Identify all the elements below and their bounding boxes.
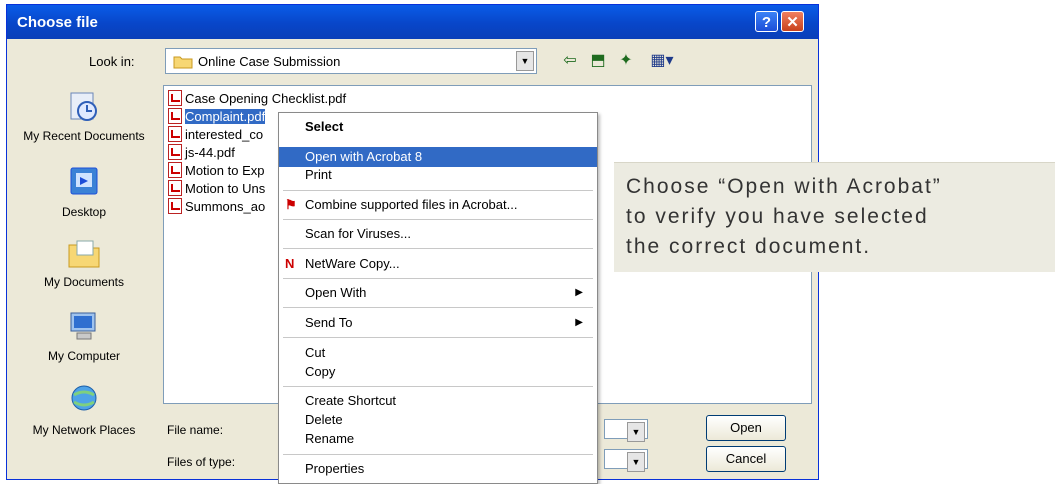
menu-item-copy[interactable]: Copy — [279, 362, 597, 382]
up-folder-icon[interactable]: ⬒ — [587, 51, 609, 71]
list-item[interactable]: Summons_ao — [168, 198, 265, 216]
chevron-down-icon[interactable]: ▼ — [627, 452, 645, 472]
menu-item-open-with-acrobat[interactable]: Open with Acrobat 8 — [279, 147, 597, 167]
network-places-icon — [65, 383, 103, 419]
folder-icon — [173, 56, 193, 69]
menu-item-label: Combine supported files in Acrobat... — [305, 197, 518, 212]
desktop-icon — [65, 165, 103, 201]
place-label: Desktop — [61, 205, 107, 219]
pdf-file-icon — [168, 108, 182, 124]
netware-icon: N — [285, 256, 295, 271]
my-computer-icon — [65, 309, 103, 345]
menu-item-combine-acrobat[interactable]: ⚑ Combine supported files in Acrobat... — [279, 195, 597, 215]
places-bar: My Recent Documents Desktop My Documents… — [19, 85, 149, 475]
list-item[interactable]: Motion to Exp — [168, 162, 265, 180]
place-label: My Network Places — [32, 423, 136, 437]
menu-item-open-with[interactable]: Open With ▶ — [279, 283, 597, 303]
menu-separator — [283, 190, 593, 191]
dialog-title: Choose file — [17, 14, 98, 31]
pdf-file-icon — [168, 198, 182, 214]
list-item[interactable]: interested_co — [168, 126, 263, 144]
menu-separator — [283, 248, 593, 249]
look-in-dropdown[interactable]: Online Case Submission ▼ — [165, 48, 537, 74]
menu-separator — [283, 386, 593, 387]
place-label: My Documents — [43, 275, 125, 289]
menu-item-label: Open With — [305, 285, 367, 300]
menu-item-delete[interactable]: Delete — [279, 410, 597, 430]
menu-separator — [283, 278, 593, 279]
place-network-places[interactable]: My Network Places — [19, 383, 149, 437]
look-in-label: Look in: — [89, 54, 135, 69]
files-of-type-label: Files of type: — [167, 455, 236, 469]
pdf-file-icon — [168, 162, 182, 178]
pdf-file-icon — [168, 126, 182, 142]
open-button[interactable]: Open — [706, 415, 786, 441]
chevron-down-icon[interactable]: ▼ — [627, 422, 645, 442]
pdf-file-icon — [168, 144, 182, 160]
new-folder-icon[interactable]: ✦ — [615, 51, 637, 71]
list-item[interactable]: js-44.pdf — [168, 144, 235, 162]
instruction-callout: Choose “Open with Acrobat” to verify you… — [614, 162, 1055, 272]
callout-line: the correct document. — [626, 235, 872, 258]
menu-separator — [283, 337, 593, 338]
list-item[interactable]: Motion to Uns — [168, 180, 265, 198]
list-item[interactable]: Complaint.pdf — [168, 108, 266, 126]
menu-separator — [283, 454, 593, 455]
menu-item-scan-viruses[interactable]: Scan for Viruses... — [279, 224, 597, 244]
submenu-arrow-icon: ▶ — [575, 287, 583, 298]
callout-line: Choose “Open with Acrobat” — [626, 175, 942, 198]
menu-separator — [283, 219, 593, 220]
pdf-file-icon — [168, 90, 182, 106]
place-label: My Recent Documents — [23, 129, 145, 143]
menu-item-print[interactable]: Print — [279, 165, 597, 185]
menu-item-create-shortcut[interactable]: Create Shortcut — [279, 391, 597, 411]
place-label: My Computer — [47, 349, 121, 363]
place-my-computer[interactable]: My Computer — [19, 309, 149, 363]
cancel-button[interactable]: Cancel — [706, 446, 786, 472]
submenu-arrow-icon: ▶ — [575, 317, 583, 328]
file-name-label: File name: — [167, 423, 224, 437]
callout-line: to verify you have selected — [626, 205, 929, 228]
menu-item-select[interactable]: Select — [279, 117, 597, 137]
files-of-type-dropdown[interactable]: ▼ — [604, 449, 648, 472]
title-bar[interactable]: Choose file ? ✕ — [7, 5, 818, 39]
look-in-value: Online Case Submission — [198, 54, 341, 69]
place-desktop[interactable]: Desktop — [19, 165, 149, 219]
back-arrow-icon[interactable]: ⇦ — [559, 51, 581, 71]
recent-documents-icon — [65, 89, 103, 125]
help-button[interactable]: ? — [755, 11, 778, 32]
file-name-input[interactable]: ▼ — [604, 419, 648, 442]
menu-item-properties[interactable]: Properties — [279, 459, 597, 479]
place-my-documents[interactable]: My Documents — [19, 235, 149, 289]
chevron-down-icon[interactable]: ▼ — [516, 51, 534, 71]
menu-item-cut[interactable]: Cut — [279, 343, 597, 363]
context-menu: Select Open with Acrobat 8 Print ⚑ Combi… — [278, 112, 598, 484]
menu-separator — [283, 307, 593, 308]
menu-item-label: NetWare Copy... — [305, 256, 400, 271]
my-documents-icon — [65, 235, 103, 271]
place-recent-documents[interactable]: My Recent Documents — [19, 89, 149, 143]
view-menu-icon[interactable]: ▦▾ — [647, 51, 677, 71]
menu-item-rename[interactable]: Rename — [279, 429, 597, 449]
close-button[interactable]: ✕ — [781, 11, 804, 32]
pdf-file-icon — [168, 180, 182, 196]
menu-item-label: Send To — [305, 315, 353, 330]
acrobat-icon: ⚑ — [285, 197, 297, 212]
list-item[interactable]: Case Opening Checklist.pdf — [168, 90, 346, 108]
menu-item-netware-copy[interactable]: N NetWare Copy... — [279, 254, 597, 274]
menu-item-send-to[interactable]: Send To ▶ — [279, 313, 597, 333]
